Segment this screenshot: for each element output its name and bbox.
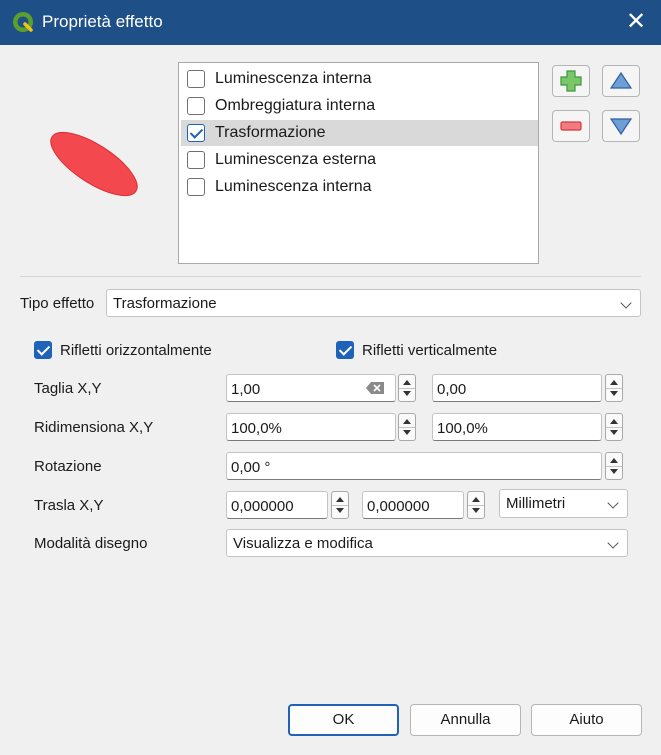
translate-x-input[interactable]: 0,000000 <box>226 491 328 519</box>
title-bar: Proprietà effetto ✕ <box>0 0 661 45</box>
unit-combo[interactable]: Millimetri <box>499 489 628 518</box>
draw-mode-combo[interactable]: Visualizza e modifica <box>226 529 628 557</box>
remove-effect-button[interactable] <box>552 110 590 142</box>
qgis-logo-icon <box>13 12 33 32</box>
separator <box>20 276 641 277</box>
scale-y-input[interactable]: 100,0% <box>432 413 602 441</box>
rotation-spinner[interactable] <box>605 452 623 480</box>
effect-item-selected[interactable]: Trasformazione <box>181 120 538 146</box>
move-up-icon <box>609 71 633 89</box>
close-icon[interactable]: ✕ <box>620 6 652 38</box>
rotation-value: 0,00 ° <box>231 459 271 476</box>
add-icon <box>560 70 582 92</box>
unit-value: Millimetri <box>506 495 566 512</box>
flip-vertical-checkbox[interactable] <box>336 341 354 359</box>
translate-x-spinner[interactable] <box>331 491 349 519</box>
effect-list[interactable]: Luminescenza interna Ombreggiatura inter… <box>178 62 539 264</box>
effect-item[interactable]: Luminescenza interna <box>181 174 538 200</box>
translate-x-value: 0,000000 <box>231 498 294 515</box>
effect-checkbox[interactable] <box>187 97 205 115</box>
rotation-label: Rotazione <box>34 458 102 475</box>
flip-horizontal-label: Rifletti orizzontalmente <box>60 342 212 359</box>
scale-y-value: 100,0% <box>437 420 488 437</box>
effect-label: Ombreggiatura interna <box>215 97 376 114</box>
rotation-input[interactable]: 0,00 ° <box>226 452 602 480</box>
chevron-down-icon <box>607 497 619 509</box>
shear-label: Taglia X,Y <box>34 380 102 397</box>
scale-y-spinner[interactable] <box>605 413 623 441</box>
help-button[interactable]: Aiuto <box>531 704 642 736</box>
ok-button[interactable]: OK <box>288 704 399 736</box>
translate-y-input[interactable]: 0,000000 <box>362 491 464 519</box>
shear-y-value: 0,00 <box>437 381 467 398</box>
chevron-down-icon <box>620 297 632 309</box>
effect-label: Luminescenza esterna <box>215 151 376 168</box>
effect-type-label: Tipo effetto <box>20 295 95 312</box>
cancel-button[interactable]: Annulla <box>410 704 521 736</box>
effect-label: Luminescenza interna <box>215 178 372 195</box>
scale-x-spinner[interactable] <box>398 413 416 441</box>
clear-icon[interactable] <box>365 381 385 395</box>
effect-item[interactable]: Luminescenza esterna <box>181 147 538 173</box>
effect-item[interactable]: Ombreggiatura interna <box>181 93 538 119</box>
move-down-button[interactable] <box>602 110 640 142</box>
effect-type-combo[interactable]: Trasformazione <box>106 289 641 317</box>
flip-vertical-label: Rifletti verticalmente <box>362 342 498 359</box>
draw-mode-value: Visualizza e modifica <box>233 535 373 552</box>
preview-ellipse <box>50 131 138 197</box>
shear-y-spinner[interactable] <box>605 374 623 402</box>
draw-mode-label: Modalità disegno <box>34 535 148 552</box>
move-down-icon <box>609 118 633 136</box>
scale-label: Ridimensiona X,Y <box>34 419 154 436</box>
scale-x-input[interactable]: 100,0% <box>226 413 396 441</box>
shear-x-input[interactable]: 1,00 <box>226 374 396 402</box>
effect-checkbox[interactable] <box>187 178 205 196</box>
effect-preview <box>50 131 138 197</box>
move-up-button[interactable] <box>602 65 640 97</box>
shear-x-value: 1,00 <box>231 381 261 398</box>
effect-label: Luminescenza interna <box>215 70 372 87</box>
scale-x-value: 100,0% <box>231 420 282 437</box>
effect-checkbox[interactable] <box>187 70 205 88</box>
effect-item[interactable]: Luminescenza interna <box>181 66 538 92</box>
effect-type-value: Trasformazione <box>113 295 217 312</box>
translate-y-spinner[interactable] <box>467 491 485 519</box>
shear-y-input[interactable]: 0,00 <box>432 374 602 402</box>
remove-icon <box>560 121 582 131</box>
flip-horizontal-checkbox[interactable] <box>34 341 52 359</box>
effect-label: Trasformazione <box>215 124 326 141</box>
add-effect-button[interactable] <box>552 65 590 97</box>
effect-checkbox[interactable] <box>187 151 205 169</box>
translate-label: Trasla X,Y <box>34 497 104 514</box>
shear-x-spinner[interactable] <box>398 374 416 402</box>
chevron-down-icon <box>607 537 619 549</box>
window-title: Proprietà effetto <box>42 12 163 31</box>
translate-y-value: 0,000000 <box>367 498 430 515</box>
effect-checkbox[interactable] <box>187 124 205 142</box>
